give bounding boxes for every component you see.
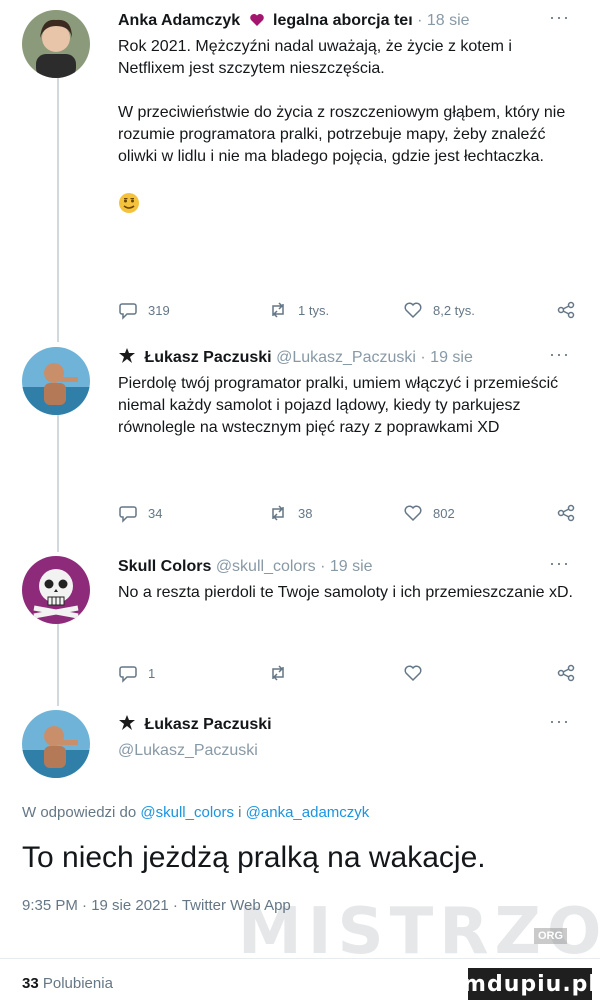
- avatar-image: [22, 347, 90, 415]
- thread-line: [57, 414, 59, 552]
- share-button[interactable]: [556, 663, 576, 683]
- verified-icon: [119, 348, 135, 363]
- timestamp[interactable]: · 19 sie: [420, 349, 472, 366]
- share-icon: [557, 664, 575, 682]
- brand-watermark: mdupiu.pl: [463, 968, 596, 1000]
- watermark-tag: ORG: [534, 928, 568, 944]
- avatar-image: [22, 10, 90, 78]
- tweet-header: Anka Adamczyk legalna aborcja teı · 18 s…: [118, 7, 578, 32]
- tweet-text: Rok 2021. Mężczyźni nadal uważają, że ży…: [118, 38, 566, 165]
- thread-line: [57, 622, 59, 706]
- heart-icon: [249, 14, 264, 26]
- like-button[interactable]: [403, 663, 433, 683]
- more-options-icon[interactable]: ···: [549, 552, 570, 574]
- timestamp[interactable]: · 19 sie: [320, 558, 372, 575]
- verified-icon: [119, 715, 135, 730]
- retweet-icon: [272, 665, 284, 681]
- likes-count: 33: [22, 975, 39, 992]
- more-options-icon[interactable]: ···: [549, 710, 570, 732]
- share-icon: [557, 301, 575, 319]
- thread-line: [57, 72, 59, 342]
- reply-prefix: W odpowiedzi do: [22, 804, 141, 821]
- tweet-header: Łukasz Paczuski @Lukasz_Paczuski · 19 si…: [118, 344, 578, 369]
- share-icon: [557, 504, 575, 522]
- reply-count: 319: [148, 302, 170, 318]
- share-button[interactable]: [556, 503, 576, 523]
- focused-tweet-text: To niech jeżdżą pralką na wakacje.: [22, 841, 486, 874]
- retweet-button[interactable]: [268, 663, 298, 683]
- tweet-header: Łukasz Paczuski ···: [118, 711, 578, 736]
- author-handle[interactable]: @skull_colors: [216, 558, 316, 575]
- likes-label: Polubienia: [42, 975, 113, 992]
- more-options-icon[interactable]: ···: [549, 6, 570, 28]
- tweet-actions: 1: [118, 663, 578, 685]
- divider: [0, 958, 600, 959]
- reply-count: 1: [148, 665, 156, 681]
- retweet-icon: [272, 302, 284, 318]
- author-name[interactable]: Anka Adamczyk: [118, 12, 240, 29]
- author-handle[interactable]: @Lukasz_Paczuski: [276, 349, 416, 366]
- avatar[interactable]: [22, 10, 90, 78]
- like-count: 802: [433, 505, 455, 521]
- mention-link[interactable]: @anka_adamczyk: [246, 804, 370, 821]
- like-icon: [404, 665, 422, 682]
- reply-icon: [119, 666, 137, 683]
- reply-conjunction: i: [234, 804, 246, 821]
- tweet-header: Skull Colors @skull_colors · 19 sie ···: [118, 553, 578, 578]
- retweet-icon: [272, 505, 284, 521]
- like-button[interactable]: 802: [403, 503, 455, 523]
- reply-count: 34: [148, 505, 163, 521]
- reply-button[interactable]: 319: [118, 300, 170, 320]
- tweet-timestamp[interactable]: 9:35 PM · 19 sie 2021 · Twitter Web App: [22, 897, 291, 914]
- author-name[interactable]: Skull Colors: [118, 558, 211, 575]
- like-button[interactable]: 8,2 tys.: [403, 300, 475, 320]
- like-count: 8,2 tys.: [433, 302, 475, 318]
- retweet-count: 38: [298, 505, 313, 521]
- likes-summary[interactable]: 33 Polubienia: [22, 975, 113, 992]
- reply-icon: [119, 506, 137, 523]
- avatar[interactable]: [22, 347, 90, 415]
- avatar[interactable]: [22, 710, 90, 778]
- more-options-icon[interactable]: ···: [549, 343, 570, 365]
- avatar-image: [22, 710, 90, 778]
- retweet-button[interactable]: 38: [268, 503, 312, 523]
- author-name[interactable]: Łukasz Paczuski: [144, 349, 271, 366]
- author-handle[interactable]: @Lukasz_Paczuski: [118, 742, 578, 760]
- tweet-text: Pierdolę twój programator pralki, umiem …: [118, 375, 559, 436]
- reply-button[interactable]: 1: [118, 663, 155, 683]
- tweet-actions: 319 1 tys. 8,2 tys.: [118, 300, 578, 322]
- reply-context: W odpowiedzi do @skull_colors i @anka_ad…: [22, 804, 369, 821]
- tweet-actions: 34 38 802: [118, 503, 578, 525]
- avatar[interactable]: [22, 556, 90, 624]
- retweet-count: 1 tys.: [298, 302, 330, 318]
- mention-link[interactable]: @skull_colors: [140, 804, 234, 821]
- author-name-suffix: legalna aborcja teı: [273, 12, 413, 29]
- emoji-icon: [118, 192, 578, 219]
- reply-icon: [119, 303, 137, 320]
- author-name[interactable]: Łukasz Paczuski: [144, 716, 271, 733]
- avatar-image: [22, 556, 90, 624]
- like-icon: [404, 302, 422, 319]
- like-icon: [404, 505, 422, 522]
- share-button[interactable]: [556, 300, 576, 320]
- tweet-text: No a reszta pierdoli te Twoje samoloty i…: [118, 584, 573, 601]
- timestamp[interactable]: · 18 sie: [417, 12, 469, 29]
- retweet-button[interactable]: 1 tys.: [268, 300, 329, 320]
- reply-button[interactable]: 34: [118, 503, 162, 523]
